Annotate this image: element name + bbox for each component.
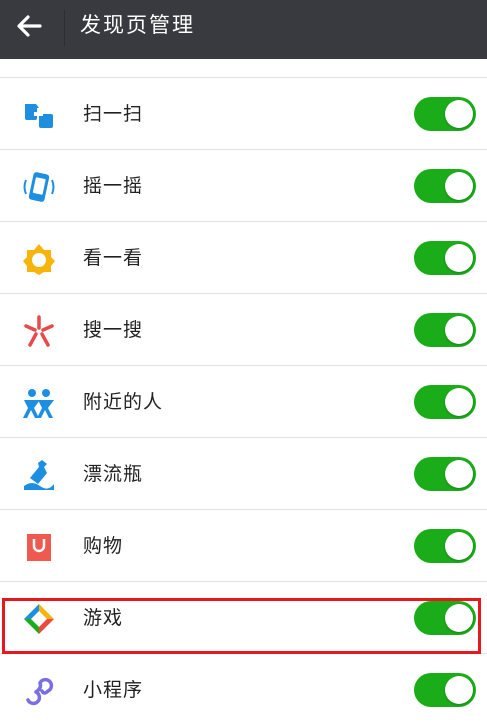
item-label-top-stories: 看一看 bbox=[83, 247, 144, 269]
toggle-knob bbox=[445, 676, 473, 704]
list-item-scan: 扫一扫 bbox=[0, 78, 487, 150]
list-top-spacer bbox=[0, 59, 487, 78]
top-stories-icon bbox=[23, 244, 55, 275]
toggle-scan[interactable] bbox=[414, 97, 476, 131]
toggle-knob bbox=[445, 460, 473, 488]
list-item-people-nearby: 附近的人 bbox=[0, 366, 487, 438]
toggle-knob bbox=[445, 100, 473, 128]
list-item-shopping: 购物 bbox=[0, 510, 487, 582]
toggle-knob bbox=[445, 244, 473, 272]
list-item-drift-bottle: 漂流瓶 bbox=[0, 438, 487, 510]
toggle-knob bbox=[445, 316, 473, 344]
item-label-shopping: 购物 bbox=[83, 535, 124, 557]
list-item-search: 搜一搜 bbox=[0, 294, 487, 366]
shake-icon bbox=[23, 172, 55, 202]
scan-icon bbox=[25, 104, 53, 128]
drift-bottle-icon bbox=[24, 460, 54, 490]
toggle-shake[interactable] bbox=[414, 169, 476, 203]
toggle-shopping[interactable] bbox=[414, 529, 476, 563]
item-label-mini-programs: 小程序 bbox=[83, 679, 144, 701]
toggle-people-nearby[interactable] bbox=[414, 385, 476, 419]
games-highlight-box bbox=[2, 598, 481, 654]
toggle-top-stories[interactable] bbox=[414, 241, 476, 275]
mini-programs-icon bbox=[26, 677, 54, 706]
item-label-scan: 扫一扫 bbox=[83, 103, 144, 125]
search-icon bbox=[24, 315, 54, 347]
toggle-knob bbox=[445, 388, 473, 416]
list-item-shake: 摇一摇 bbox=[0, 150, 487, 222]
toggle-drift-bottle[interactable] bbox=[414, 457, 476, 491]
item-label-people-nearby: 附近的人 bbox=[83, 391, 164, 413]
item-label-search: 搜一搜 bbox=[83, 319, 144, 341]
toggle-search[interactable] bbox=[414, 313, 476, 347]
list-item-mini-programs: 小程序 bbox=[0, 654, 487, 725]
item-label-shake: 摇一摇 bbox=[83, 175, 144, 197]
item-label-drift-bottle: 漂流瓶 bbox=[83, 463, 144, 485]
back-arrow-icon[interactable] bbox=[14, 11, 44, 41]
page-title: 发现页管理 bbox=[80, 13, 195, 37]
header-bar: 发现页管理 bbox=[0, 0, 487, 59]
toggle-mini-programs[interactable] bbox=[414, 673, 476, 707]
shopping-icon bbox=[27, 534, 51, 561]
toggle-knob bbox=[445, 172, 473, 200]
header-divider bbox=[64, 10, 65, 46]
toggle-knob bbox=[445, 532, 473, 560]
people-nearby-icon bbox=[23, 389, 54, 418]
list-item-top-stories: 看一看 bbox=[0, 222, 487, 294]
